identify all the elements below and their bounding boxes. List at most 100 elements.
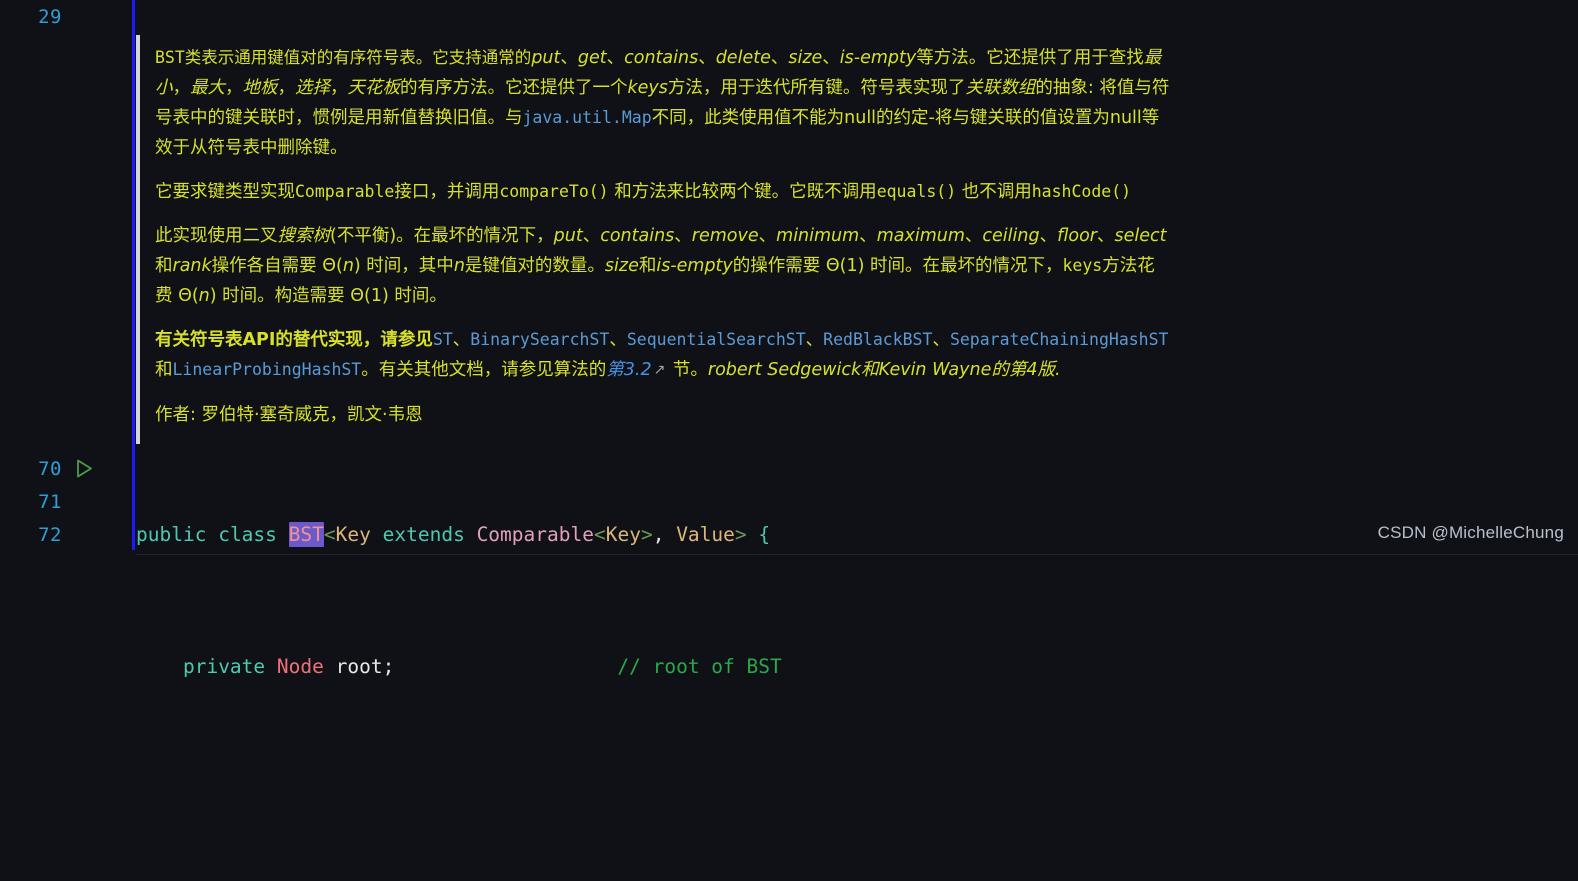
method-equals: equals() [876, 182, 957, 201]
external-link-section-3-2[interactable]: 第3.2 [606, 360, 651, 380]
method-minimum: minimum [776, 226, 860, 246]
ref-linearprobinghashst[interactable]: LinearProbingHashST [173, 360, 362, 379]
doc-paragraph-2: 它要求键类型实现Comparable接口，并调用compareTo() 和方法来… [155, 177, 1170, 207]
selected-symbol-bst[interactable]: BST [288, 522, 324, 547]
sep: 、 [609, 330, 627, 350]
doc-text: ) 时间。构造需要 Θ(1) 时间。 [209, 286, 447, 306]
code-line-72[interactable] [136, 782, 782, 815]
doc-comment-bar [136, 35, 140, 444]
var-n: n [342, 256, 354, 276]
term-ceiling: 天花板 [347, 78, 401, 98]
gutter-row: 71 [0, 485, 132, 518]
type-value: Value [676, 523, 735, 546]
keyword-public: public [136, 523, 207, 546]
angle-bracket: < [323, 523, 336, 546]
sep: ， [225, 78, 243, 98]
angle-bracket: > [734, 523, 747, 546]
method-put: put [531, 48, 561, 68]
keyword-private: private [182, 655, 266, 678]
ref-binarysearchst[interactable]: BinarySearchST [470, 330, 609, 349]
ref-separatechaininghashst[interactable]: SeparateChainingHashST [950, 330, 1169, 349]
ref-st[interactable]: ST [433, 330, 453, 349]
authors-english: robert Sedgewick和Kevin Wayne [707, 360, 992, 380]
method-remove: remove [691, 226, 759, 246]
sep: 、 [758, 226, 777, 246]
term-select: 选择 [295, 78, 330, 98]
method-delete: delete [715, 48, 771, 68]
method-is-empty: is-empty [656, 256, 733, 276]
sep: ， [330, 78, 348, 98]
doc-paragraph-4: 有关符号表API的替代实现，请参见ST、BinarySearchST、Seque… [155, 325, 1170, 386]
sep: ， [277, 78, 296, 98]
var-n: n [453, 256, 465, 276]
var-n: n [198, 286, 210, 306]
method-put: put [553, 226, 583, 246]
method-keys: keys [1062, 256, 1103, 275]
doc-text: 等方法。它还提供了用于查找 [916, 48, 1144, 68]
field-root: root; [335, 655, 395, 678]
type-node: Node [276, 655, 324, 678]
sep: 、 [582, 226, 601, 246]
sep: 、 [770, 48, 789, 68]
doc-text: 是键值对的数量。 [464, 256, 605, 276]
doc-text: 接口，并调用 [394, 182, 500, 202]
method-floor: floor [1057, 226, 1097, 246]
method-keys: keys [627, 78, 668, 98]
doc-text: 它要求键类型实现 [155, 182, 295, 202]
code-line-70[interactable]: public class BST<Key extends Comparable<… [136, 518, 782, 551]
line-number: 29 [38, 5, 62, 28]
sep: 、 [674, 226, 692, 246]
doc-text: 和方法来比较两个键。它既不调用 [608, 182, 877, 202]
method-contains: contains [600, 226, 675, 246]
doc-text: 节。 [667, 360, 708, 380]
doc-text: 方法，用于迭代所有键。符号表实现了 [667, 78, 966, 98]
doc-paragraph-authors: 作者: 罗伯特·塞奇威克，凯文·韦恩 [155, 405, 423, 425]
method-ceiling: ceiling [982, 226, 1040, 246]
comma: , [652, 523, 677, 546]
type-comparable: Comparable [476, 523, 594, 546]
method-compareto: compareTo() [499, 182, 609, 201]
method-maximum: maximum [876, 226, 965, 246]
code-editor[interactable]: 29 70 71 72 BST类表示通用键值对的有序符号表。它支持通常的put、… [0, 0, 1578, 678]
ref-redblackbst[interactable]: RedBlackBST [823, 330, 932, 349]
type-key: Key [335, 523, 371, 546]
sep: 、 [932, 330, 950, 350]
external-link-icon: ↗ [653, 362, 666, 378]
gutter-row: 29 [0, 0, 132, 33]
editor-gutter: 29 70 71 72 [0, 0, 132, 555]
doc-text: BST类表示通用键值对的有序符号表。它支持通常的 [155, 48, 532, 67]
sep: 、 [859, 226, 877, 246]
sep: 、 [698, 48, 716, 68]
angle-bracket: < [593, 523, 606, 546]
doc-text: 和 [638, 256, 657, 276]
line-number: 70 [38, 457, 62, 480]
doc-text: 有关符号表API的替代实现，请参见 [155, 330, 433, 350]
ref-java-util-map[interactable]: java.util.Map [523, 108, 652, 127]
code-line-71[interactable]: private Node root; // root of BST [136, 650, 782, 683]
method-is-empty: is-empty [839, 48, 917, 68]
sep: 、 [606, 48, 625, 68]
ref-sequentialsearchst[interactable]: SequentialSearchST [627, 330, 806, 349]
term-search-tree: 搜索树 [277, 226, 331, 246]
doc-paragraph-3: 此实现使用二叉搜索树(不平衡)。在最坏的情况下，put、contains、rem… [155, 221, 1170, 311]
sep: 、 [805, 330, 824, 350]
run-triangle-icon[interactable] [74, 458, 94, 480]
doc-text: ) 时间，其中 [353, 256, 454, 276]
doc-text: 和 [155, 360, 173, 380]
method-size: size [788, 48, 823, 68]
doc-text: 操作各自需要 Θ( [211, 256, 343, 276]
code-content[interactable]: public class BST<Key extends Comparable<… [136, 452, 782, 881]
sep: ， [172, 78, 191, 98]
method-rank: rank [172, 256, 212, 276]
open-brace: { [746, 523, 771, 546]
doc-text: 的第4版. [991, 360, 1061, 380]
type-key: Key [605, 523, 641, 546]
doc-text: (不平衡)。在最坏的情况下， [330, 226, 554, 246]
